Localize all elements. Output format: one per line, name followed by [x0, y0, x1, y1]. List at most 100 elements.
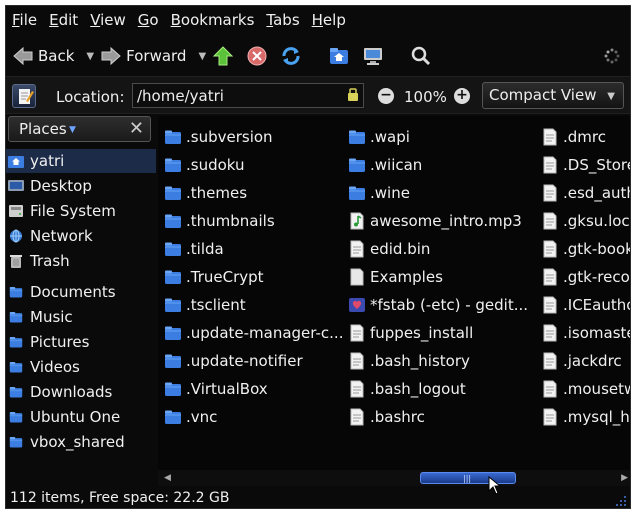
- scroll-right-icon[interactable]: ▶: [621, 473, 628, 483]
- zoom-level[interactable]: 100%: [404, 88, 447, 106]
- file-item[interactable]: .isomaster: [541, 321, 630, 345]
- file-item[interactable]: .gtk-recordmydesktop: [541, 265, 630, 289]
- file-item[interactable]: .mousetweaks: [541, 377, 630, 401]
- mouse-cursor-icon: [488, 476, 502, 495]
- home-icon: [8, 154, 24, 168]
- file-item[interactable]: fuppes_install: [348, 321, 473, 345]
- file-item[interactable]: .esd_auth: [541, 181, 630, 205]
- file-item[interactable]: edid.bin: [348, 237, 430, 261]
- sidebar-item[interactable]: yatri: [6, 149, 156, 173]
- sidebar-item[interactable]: Desktop: [6, 174, 156, 198]
- file-item[interactable]: .DS_Store: [541, 153, 630, 177]
- text-file-icon: [348, 408, 366, 426]
- file-item[interactable]: .update-notifier: [164, 349, 303, 373]
- folder-icon: [8, 435, 24, 449]
- sidebar-item[interactable]: Pictures: [6, 330, 156, 354]
- sidebar-item[interactable]: Music: [6, 305, 156, 329]
- status-bar: 112 items, Free space: 22.2 GB: [6, 486, 630, 508]
- stop-button[interactable]: [246, 45, 272, 67]
- up-button[interactable]: [212, 45, 238, 67]
- sidebar-item-label: File System: [30, 202, 116, 220]
- file-item[interactable]: .themes: [164, 181, 247, 205]
- file-item[interactable]: .gtk-bookmarks: [541, 237, 630, 261]
- file-item[interactable]: .tsclient: [164, 293, 246, 317]
- sidebar-item[interactable]: Documents: [6, 280, 156, 304]
- horizontal-scrollbar[interactable]: ◀ ||| ▶: [158, 470, 630, 486]
- file-item[interactable]: .dmrc: [541, 125, 606, 149]
- file-item[interactable]: .wapi: [348, 125, 410, 149]
- file-item[interactable]: .update-manager-c...: [164, 321, 343, 345]
- file-item[interactable]: .gksu.lock: [541, 209, 631, 233]
- reload-button[interactable]: [280, 45, 306, 67]
- menu-go[interactable]: Go: [138, 11, 159, 29]
- file-item[interactable]: .bashrc: [348, 405, 425, 429]
- forward-history-dropdown[interactable]: ▼: [198, 51, 206, 62]
- scroll-left-icon[interactable]: ◀: [164, 473, 171, 483]
- sidebar-item-label: Network: [30, 227, 93, 245]
- file-name: .vnc: [186, 408, 218, 426]
- location-toggle-button[interactable]: [12, 84, 36, 108]
- clear-location-icon[interactable]: [346, 88, 360, 102]
- back-history-dropdown[interactable]: ▼: [86, 51, 94, 62]
- network-icon: [8, 229, 24, 243]
- file-item[interactable]: .wine: [348, 181, 410, 205]
- file-name: .gksu.lock: [563, 212, 631, 230]
- view-mode-select[interactable]: Compact View ▼: [482, 82, 624, 109]
- file-name: .tsclient: [186, 296, 246, 314]
- file-item[interactable]: awesome_intro.mp3: [348, 209, 522, 233]
- menu-help[interactable]: Help: [312, 11, 346, 29]
- sidebar-item[interactable]: File System: [6, 199, 156, 223]
- menu-file[interactable]: File: [12, 11, 37, 29]
- sidebar-item[interactable]: Videos: [6, 355, 156, 379]
- computer-button[interactable]: [362, 45, 388, 67]
- menu-view[interactable]: View: [90, 11, 126, 29]
- menu-edit[interactable]: Edit: [49, 11, 78, 29]
- file-item[interactable]: *fstab (-etc) - gedit...: [348, 293, 528, 317]
- location-input[interactable]: [132, 83, 364, 108]
- menu-tabs[interactable]: Tabs: [266, 11, 299, 29]
- places-selector[interactable]: Places ▼ ✕: [8, 116, 151, 142]
- file-item[interactable]: .VirtualBox: [164, 377, 268, 401]
- file-item[interactable]: .bash_logout: [348, 377, 466, 401]
- file-item[interactable]: .ICEauthority: [541, 293, 630, 317]
- zoom-in-button[interactable]: +: [454, 88, 470, 104]
- file-item[interactable]: .sudoku: [164, 153, 245, 177]
- close-sidebar-icon[interactable]: ✕: [129, 118, 144, 139]
- file-item[interactable]: Examples: [348, 265, 443, 289]
- menu-bookmarks[interactable]: Bookmarks: [171, 11, 255, 29]
- audio-file-icon: [348, 212, 366, 230]
- file-name: .bash_history: [370, 352, 470, 370]
- file-item[interactable]: .jackdrc: [541, 349, 622, 373]
- search-icon: [411, 46, 431, 66]
- folder-icon: [348, 184, 366, 202]
- folder-icon: [164, 128, 182, 146]
- home-button[interactable]: [328, 45, 354, 67]
- resize-grip-icon[interactable]: [615, 495, 627, 507]
- sidebar-item[interactable]: Trash: [6, 249, 156, 273]
- folder-icon: [8, 410, 24, 424]
- sidebar-item[interactable]: vbox_shared: [6, 430, 156, 454]
- text-file-icon: [541, 408, 559, 426]
- file-item[interactable]: .bash_history: [348, 349, 470, 373]
- back-button[interactable]: Back: [12, 45, 74, 67]
- file-item[interactable]: .TrueCrypt: [164, 265, 264, 289]
- trash-icon: [8, 254, 24, 268]
- file-item[interactable]: .mysql_history: [541, 405, 630, 429]
- forward-button[interactable]: Forward: [100, 45, 186, 67]
- text-file-icon: [348, 352, 366, 370]
- sidebar-item[interactable]: Network: [6, 224, 156, 248]
- search-button[interactable]: [410, 45, 436, 67]
- text-file-icon: [541, 352, 559, 370]
- sidebar-item-label: Downloads: [30, 383, 113, 401]
- file-item[interactable]: .wiican: [348, 153, 422, 177]
- folder-icon: [348, 156, 366, 174]
- sidebar-item[interactable]: Ubuntu One: [6, 405, 156, 429]
- sidebar-item[interactable]: Downloads: [6, 380, 156, 404]
- sidebar-item-label: Pictures: [30, 333, 90, 351]
- file-item[interactable]: .vnc: [164, 405, 217, 429]
- file-item[interactable]: .thumbnails: [164, 209, 275, 233]
- file-item[interactable]: .tilda: [164, 237, 224, 261]
- file-item[interactable]: .subversion: [164, 125, 273, 149]
- zoom-out-button[interactable]: −: [378, 88, 394, 104]
- file-name: .VirtualBox: [186, 380, 268, 398]
